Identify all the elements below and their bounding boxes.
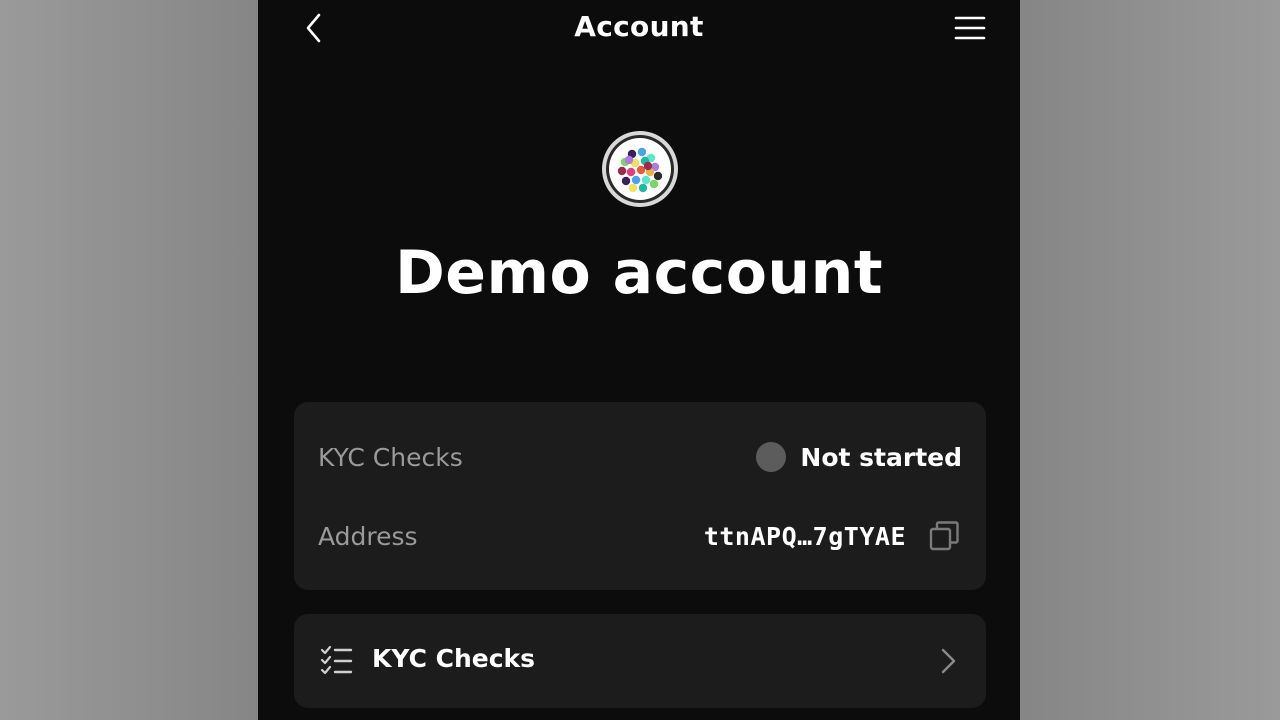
copy-icon: [929, 521, 959, 551]
account-name: Demo account: [394, 238, 884, 308]
address-value: ttnAPQ…7gTYAE: [703, 521, 906, 551]
top-bar: Account: [258, 0, 1020, 56]
app-screen: Account Demo account KYC Checks Not star…: [258, 0, 1020, 720]
kyc-status-row: KYC Checks Not started: [318, 437, 962, 477]
menu-button[interactable]: [950, 10, 990, 46]
address-row: Address ttnAPQ…7gTYAE: [318, 516, 962, 556]
checklist-icon: [320, 645, 353, 675]
kyc-label: KYC Checks: [318, 442, 463, 472]
hamburger-menu-icon: [954, 16, 986, 40]
kyc-checks-nav-label: KYC Checks: [372, 644, 536, 673]
status-text: Not started: [800, 442, 962, 472]
kyc-status: Not started: [756, 442, 962, 472]
page-title: Account: [574, 10, 704, 43]
status-dot-icon: [756, 442, 787, 472]
address-label: Address: [318, 521, 418, 551]
kyc-checks-nav-item[interactable]: KYC Checks: [294, 614, 986, 708]
dotted-avatar-icon: [602, 131, 678, 207]
account-info-card: KYC Checks Not started Address ttnAPQ…7g…: [294, 402, 986, 590]
address-value-group: ttnAPQ…7gTYAE: [704, 518, 962, 554]
chevron-right-icon: [941, 648, 956, 674]
copy-address-button[interactable]: [926, 518, 962, 554]
